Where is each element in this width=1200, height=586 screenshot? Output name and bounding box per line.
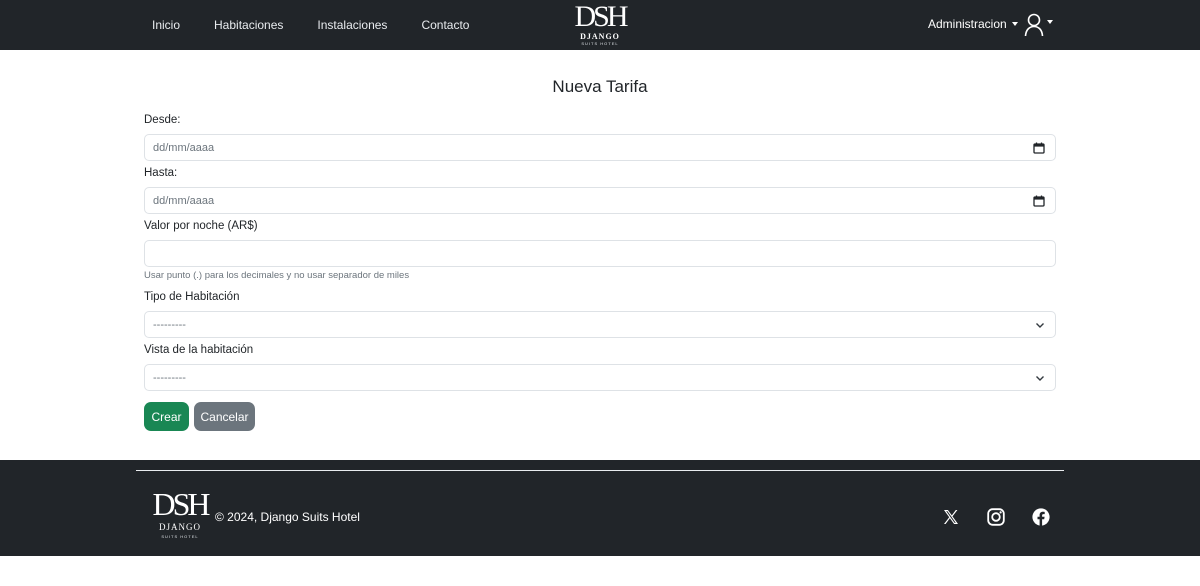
footer-logo-monogram: DSH [152,486,210,522]
desde-label: Desde: [144,114,181,126]
valor-input[interactable] [144,240,1056,267]
hasta-placeholder: dd/mm/aaaa [153,194,215,207]
tipo-selected-value: --------- [153,318,186,331]
x-icon[interactable] [941,507,961,527]
brand-logo[interactable]: DSH DJANGO SUITS HOTEL [566,2,634,48]
calendar-icon[interactable] [1033,142,1045,154]
user-icon [1024,13,1044,37]
valor-help-text: Usar punto (.) para los decimales y no u… [144,270,410,281]
hasta-label: Hasta: [144,167,178,179]
nav-link-habitaciones[interactable]: Habitaciones [201,18,296,32]
caret-down-icon [1011,22,1018,26]
brand-name: DJANGO [580,32,620,41]
footer-divider [136,470,1064,471]
user-dropdown[interactable] [1024,13,1053,37]
tipo-habitacion-select[interactable]: --------- [144,311,1056,338]
tipo-label: Tipo de Habitación [144,291,240,303]
hasta-date-input[interactable]: dd/mm/aaaa [144,187,1056,214]
brand-monogram: DSH [574,0,628,33]
nav-links: Inicio Habitaciones Instalaciones Contac… [139,0,482,50]
vista-habitacion-select[interactable]: --------- [144,364,1056,391]
navbar: Inicio Habitaciones Instalaciones Contac… [0,0,1200,50]
copyright-text: © 2024, Django Suits Hotel [215,510,360,524]
vista-label: Vista de la habitación [144,344,254,356]
footer-logo: DSH DJANGO SUITS HOTEL [148,487,212,545]
nav-link-inicio[interactable]: Inicio [139,18,193,32]
calendar-icon[interactable] [1033,195,1045,207]
caret-down-icon [1047,20,1053,24]
desde-placeholder: dd/mm/aaaa [153,141,215,154]
chevron-down-icon [1036,376,1044,381]
footer-logo-tagline: SUITS HOTEL [161,534,199,539]
create-button[interactable]: Crear [144,402,189,431]
cancel-button[interactable]: Cancelar [194,402,255,431]
vista-selected-value: --------- [153,371,186,384]
page-title: Nueva Tarifa [552,77,648,96]
valor-label: Valor por noche (AR$) [144,220,258,232]
footer: DSH DJANGO SUITS HOTEL © 2024, Django Su… [0,460,1200,556]
footer-logo-name: DJANGO [159,522,201,532]
chevron-down-icon [1036,323,1044,328]
instagram-icon[interactable] [986,507,1006,527]
desde-date-input[interactable]: dd/mm/aaaa [144,134,1056,161]
brand-tagline: SUITS HOTEL [581,41,619,46]
nav-link-contacto[interactable]: Contacto [408,18,482,32]
admin-dropdown[interactable]: Administracion [928,17,1018,31]
facebook-icon[interactable] [1031,507,1051,527]
admin-label: Administracion [928,17,1007,31]
nav-link-instalaciones[interactable]: Instalaciones [304,18,400,32]
